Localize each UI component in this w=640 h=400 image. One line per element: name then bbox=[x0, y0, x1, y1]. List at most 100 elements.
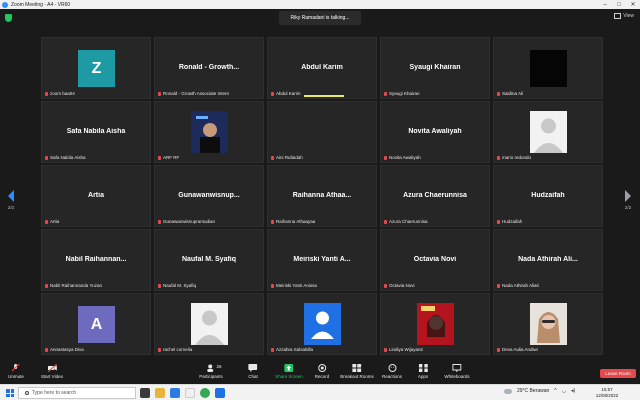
mic-muted-icon bbox=[384, 91, 387, 96]
security-shield-icon[interactable] bbox=[5, 14, 12, 22]
participant-name-label: Meiriski Yanti Anissa bbox=[271, 283, 317, 288]
participant-name: mario redondo bbox=[502, 155, 532, 160]
chrome-icon[interactable] bbox=[200, 388, 210, 398]
edge-icon[interactable] bbox=[170, 388, 180, 398]
participant-tile[interactable]: Ronald - Growth... Ronald - Growth Associ… bbox=[154, 37, 264, 99]
prev-page-button[interactable]: 2/2 bbox=[4, 190, 18, 210]
record-icon bbox=[317, 364, 326, 372]
participant-name-label: Novita Awaliyah bbox=[384, 155, 421, 160]
taskbar-search-box[interactable]: Type here to search bbox=[18, 387, 136, 399]
system-tray: 29°C Berawan ^ ◡ ◂) bbox=[504, 388, 575, 394]
reactions-button[interactable]: Reactions bbox=[382, 364, 402, 379]
participant-name-label: zoom baa04 bbox=[45, 91, 75, 96]
share-screen-button[interactable]: Share Screen bbox=[275, 364, 303, 379]
participant-tile[interactable]: Aini Rufaidah bbox=[267, 101, 377, 163]
taskbar-apps bbox=[140, 388, 225, 398]
share-screen-icon bbox=[284, 364, 294, 372]
participant-tile[interactable]: Saidina Ali bbox=[493, 37, 603, 99]
mic-muted-icon bbox=[497, 347, 500, 352]
participant-name: Aini Rufaidah bbox=[276, 155, 303, 160]
task-view-icon[interactable] bbox=[140, 388, 150, 398]
participant-tile[interactable]: Syaugi Khairan Syaugi Khairan bbox=[380, 37, 490, 99]
participant-tile[interactable]: Octavia Novi Octavia Novi bbox=[380, 229, 490, 291]
leave-room-button[interactable]: Leave Room bbox=[600, 369, 636, 378]
tray-chevron-icon[interactable]: ^ bbox=[554, 388, 556, 394]
minimize-button[interactable]: – bbox=[598, 2, 612, 8]
wifi-icon[interactable]: ◡ bbox=[562, 388, 566, 394]
mic-muted-icon bbox=[11, 363, 20, 372]
zoom-taskbar-icon[interactable] bbox=[215, 388, 225, 398]
windows-start-icon[interactable] bbox=[6, 389, 14, 397]
participant-tile[interactable]: rachel cornelia bbox=[154, 293, 264, 355]
participant-tile[interactable]: Artia Artia bbox=[41, 165, 151, 227]
store-icon[interactable] bbox=[185, 388, 195, 398]
participant-tile[interactable]: A Annastasya Diva bbox=[41, 293, 151, 355]
participants-button[interactable]: 26 Participants bbox=[199, 364, 223, 379]
start-video-button[interactable]: Start Video bbox=[41, 363, 63, 379]
participant-name: Octavia Novi bbox=[389, 283, 415, 288]
participant-name-label: mario redondo bbox=[497, 155, 531, 160]
close-button[interactable]: ✕ bbox=[626, 1, 640, 8]
participant-tile[interactable]: Meiriski Yanti A... Meiriski Yanti Anissa bbox=[267, 229, 377, 291]
participant-tile[interactable]: Nada Athirah Ali... Nada Athirah Aliati bbox=[493, 229, 603, 291]
whiteboards-button[interactable]: Whiteboards bbox=[444, 364, 470, 379]
mic-muted-icon bbox=[158, 283, 161, 288]
mic-muted-icon bbox=[158, 219, 161, 224]
view-label: View bbox=[623, 13, 634, 19]
participant-tile[interactable]: Azzahra Salsabilla bbox=[267, 293, 377, 355]
next-page-button[interactable]: 2/2 bbox=[621, 190, 635, 210]
participant-tile[interactable]: Novita Awaliyah Novita Awaliyah bbox=[380, 101, 490, 163]
file-explorer-icon[interactable] bbox=[155, 388, 165, 398]
mic-muted-icon bbox=[384, 219, 387, 224]
view-button[interactable]: View bbox=[614, 13, 634, 19]
mic-muted-icon bbox=[45, 219, 48, 224]
participant-name-label: Octavia Novi bbox=[384, 283, 415, 288]
participant-name: Annastasya Diva bbox=[50, 347, 84, 352]
participant-tile[interactable]: Zzoom baa04 bbox=[41, 37, 151, 99]
chat-icon bbox=[248, 364, 258, 372]
participant-tile[interactable]: Lindiya Wijayanti bbox=[380, 293, 490, 355]
mic-muted-icon bbox=[158, 347, 161, 352]
participant-display-name: Novita Awaliyah bbox=[408, 128, 462, 135]
unmute-button[interactable]: Unmute bbox=[8, 363, 24, 379]
window-title: Zoom Meeting - A4 - VR60 bbox=[11, 1, 71, 8]
participant-tile[interactable]: Abdul Karim Abdul Karim bbox=[267, 37, 377, 99]
participant-tile[interactable]: Raihanna Athaa... Raihanna Athaayaa bbox=[267, 165, 377, 227]
participant-avatar: Z bbox=[78, 50, 115, 87]
maximize-button[interactable]: □ bbox=[612, 2, 626, 8]
participant-name-label: Ronald - Growth Associate Intern bbox=[158, 91, 229, 96]
taskbar-clock[interactable]: 15:57 12/08/2022 bbox=[592, 387, 622, 399]
participant-tile[interactable]: Naufal M. Syafiq Naufal M. Syafiq bbox=[154, 229, 264, 291]
apps-icon bbox=[418, 364, 428, 372]
breakout-rooms-button[interactable]: Breakout Rooms bbox=[340, 364, 374, 379]
participant-tile[interactable]: Nabil Raihannan... Nabil Raihannanda Yuza… bbox=[41, 229, 151, 291]
participant-tile[interactable]: Deva Aulia Andiwi bbox=[493, 293, 603, 355]
participant-display-name: Raihanna Athaa... bbox=[292, 192, 352, 199]
apps-button[interactable]: Apps bbox=[418, 364, 428, 379]
mic-muted-icon bbox=[45, 91, 48, 96]
participant-tile[interactable]: Azura Chaerunnisa Azura Chaerunnisa bbox=[380, 165, 490, 227]
search-placeholder: Type here to search bbox=[32, 390, 77, 396]
participant-name-label: Naufal M. Syafiq bbox=[158, 283, 196, 288]
participant-tile[interactable]: mario redondo bbox=[493, 101, 603, 163]
whiteboard-icon bbox=[452, 364, 462, 372]
participant-display-name: Abdul Karim bbox=[301, 64, 343, 71]
volume-icon[interactable]: ◂) bbox=[571, 388, 575, 394]
participant-name: Hudzaifah bbox=[502, 219, 523, 224]
windows-taskbar: Type here to search 29°C Berawan ^ ◡ ◂) … bbox=[0, 384, 640, 400]
chat-button[interactable]: Chat bbox=[248, 364, 258, 379]
participant-tile[interactable]: Hudzaifah Hudzaifah bbox=[493, 165, 603, 227]
participant-name-label: Annastasya Diva bbox=[45, 347, 84, 352]
participant-tile[interactable]: Gunawanwisnup... Gunawanwisnupramudian bbox=[154, 165, 264, 227]
weather-text[interactable]: 29°C Berawan bbox=[517, 388, 549, 394]
right-arrow-icon bbox=[625, 190, 631, 202]
smiley-icon bbox=[387, 364, 396, 372]
mic-muted-icon bbox=[497, 91, 500, 96]
record-button[interactable]: Record bbox=[315, 364, 329, 379]
participant-tile[interactable]: Safa Nabila Aisha Safa Nabila Aisha bbox=[41, 101, 151, 163]
mic-muted-icon bbox=[271, 283, 274, 288]
participant-name: Azura Chaerunnisa bbox=[389, 219, 428, 224]
mic-muted-icon bbox=[271, 155, 274, 160]
participant-avatar: A bbox=[78, 306, 115, 343]
participant-tile[interactable]: ARF RF bbox=[154, 101, 264, 163]
